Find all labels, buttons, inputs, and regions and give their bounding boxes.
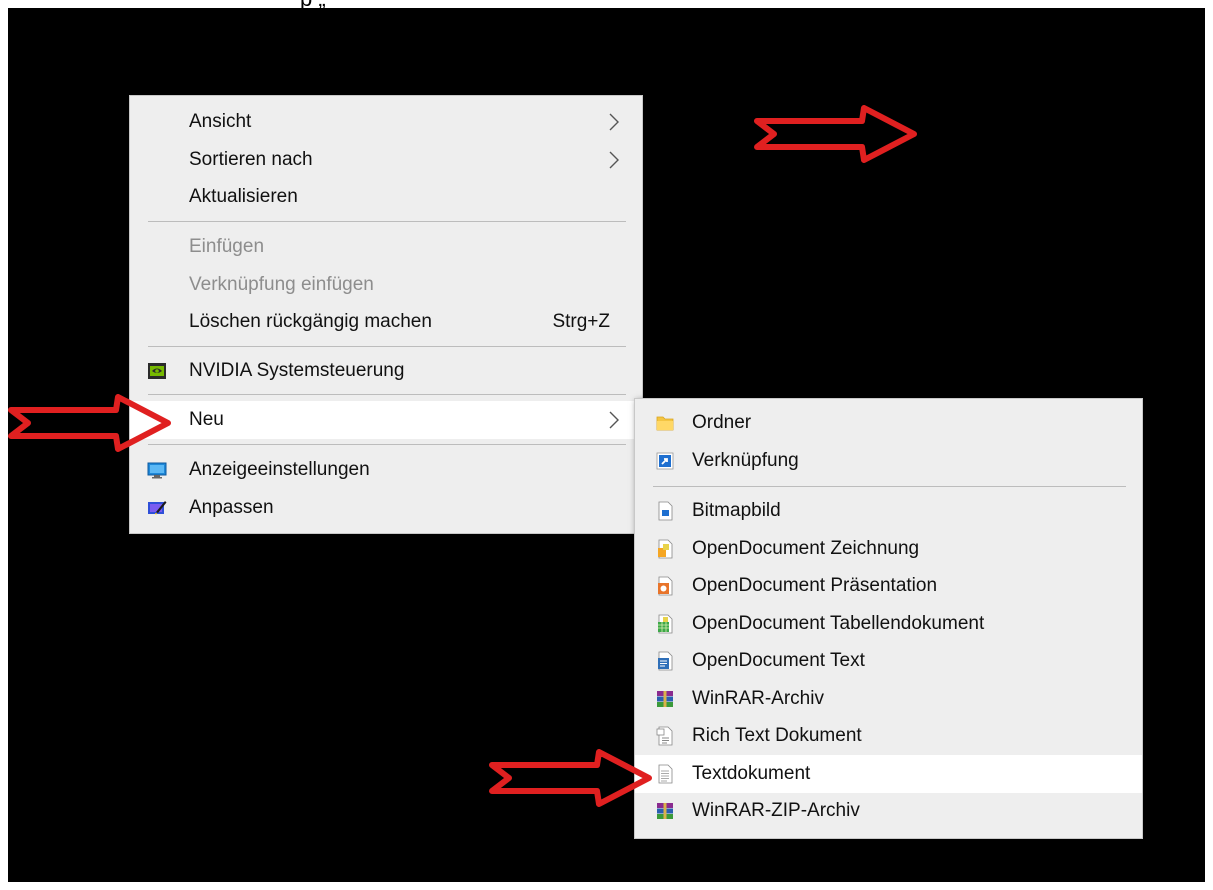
menu-item-label: Sortieren nach bbox=[189, 149, 313, 170]
menu-item-label: OpenDocument Zeichnung bbox=[692, 538, 920, 559]
menu-item-aktualisieren[interactable]: Aktualisieren bbox=[130, 178, 642, 216]
shortcut-label: Strg+Z bbox=[552, 311, 610, 332]
submenu-item-ordner[interactable]: Ordner bbox=[635, 404, 1142, 442]
menu-separator bbox=[148, 394, 626, 395]
personalize-icon bbox=[148, 501, 167, 515]
menu-item-label: Rich Text Dokument bbox=[692, 725, 862, 746]
menu-item-label: Textdokument bbox=[692, 763, 811, 784]
menu-item-label: Löschen rückgängig machen bbox=[189, 311, 432, 332]
menu-separator bbox=[148, 346, 626, 347]
submenu-item-bitmapbild[interactable]: Bitmapbild bbox=[635, 492, 1142, 530]
menu-item-neu[interactable]: Neu bbox=[130, 401, 642, 439]
odp-icon bbox=[658, 576, 673, 596]
annotation-arrow-textdokument bbox=[489, 749, 652, 807]
menu-item-label: Bitmapbild bbox=[692, 500, 781, 521]
annotation-arrow-neu bbox=[8, 394, 171, 452]
menu-item-label: Anzeigeeinstellungen bbox=[189, 459, 370, 480]
menu-item-label: Einfügen bbox=[189, 236, 265, 257]
chevron-right-icon bbox=[609, 151, 619, 169]
submenu-item-winrar-zip-archiv[interactable]: WinRAR-ZIP-Archiv bbox=[635, 792, 1142, 830]
menu-item-verknuepfung-einfuegen: Verknüpfung einfügen bbox=[130, 266, 642, 304]
nvidia-icon bbox=[148, 363, 166, 379]
chevron-right-icon bbox=[609, 113, 619, 131]
menu-item-label: WinRAR-ZIP-Archiv bbox=[692, 800, 860, 821]
menu-item-label: WinRAR-Archiv bbox=[692, 688, 824, 709]
menu-item-label: NVIDIA Systemsteuerung bbox=[189, 360, 405, 381]
winrar-icon bbox=[657, 691, 673, 707]
menu-item-label: Anpassen bbox=[189, 497, 274, 518]
menu-item-anzeigeeinstellungen[interactable]: Anzeigeeinstellungen bbox=[130, 451, 642, 489]
winrar-zip-icon bbox=[657, 803, 673, 819]
menu-separator bbox=[148, 444, 626, 445]
odt-icon bbox=[658, 651, 673, 671]
menu-item-label: Verknüpfung bbox=[692, 450, 799, 471]
menu-item-label: OpenDocument Präsentation bbox=[692, 575, 938, 596]
menu-item-label: Ansicht bbox=[189, 111, 252, 132]
menu-item-ansicht[interactable]: Ansicht bbox=[130, 103, 642, 141]
chevron-right-icon bbox=[609, 411, 619, 429]
bitmap-icon bbox=[658, 501, 673, 521]
text-document-icon bbox=[658, 764, 673, 784]
shortcut-icon bbox=[656, 452, 674, 470]
submenu-item-opendocument-praesentation[interactable]: OpenDocument Präsentation bbox=[635, 567, 1142, 605]
menu-item-label: Neu bbox=[189, 409, 224, 430]
menu-item-label: Aktualisieren bbox=[189, 186, 298, 207]
menu-item-sortieren-nach[interactable]: Sortieren nach bbox=[130, 141, 642, 179]
ods-icon bbox=[658, 614, 673, 634]
submenu-item-winrar-archiv[interactable]: WinRAR-Archiv bbox=[635, 680, 1142, 718]
menu-item-nvidia[interactable]: NVIDIA Systemsteuerung bbox=[130, 352, 642, 390]
new-submenu: Ordner Verknüpfung Bitmapbild OpenDocume… bbox=[634, 398, 1143, 839]
submenu-item-opendocument-zeichnung[interactable]: OpenDocument Zeichnung bbox=[635, 530, 1142, 568]
odg-icon bbox=[658, 539, 673, 559]
desktop-context-menu: Ansicht Sortieren nach Aktualisieren Ein… bbox=[129, 95, 643, 534]
menu-item-einfuegen: Einfügen bbox=[130, 228, 642, 266]
display-icon bbox=[147, 462, 167, 479]
menu-item-label: OpenDocument Tabellendokument bbox=[692, 613, 985, 634]
folder-icon bbox=[656, 416, 674, 431]
submenu-item-verknuepfung[interactable]: Verknüpfung bbox=[635, 442, 1142, 480]
menu-separator bbox=[653, 486, 1126, 487]
menu-item-loeschen-rueckgaengig[interactable]: Löschen rückgängig machen Strg+Z bbox=[130, 303, 642, 341]
menu-item-anpassen[interactable]: Anpassen bbox=[130, 489, 642, 527]
submenu-item-rich-text-dokument[interactable]: Rich Text Dokument bbox=[635, 717, 1142, 755]
submenu-item-opendocument-tabellendokument[interactable]: OpenDocument Tabellendokument bbox=[635, 605, 1142, 643]
menu-item-label: Verknüpfung einfügen bbox=[189, 274, 374, 295]
menu-item-label: Ordner bbox=[692, 412, 752, 433]
menu-separator bbox=[148, 221, 626, 222]
submenu-item-textdokument[interactable]: Textdokument bbox=[635, 755, 1142, 793]
annotation-arrow-top bbox=[754, 105, 917, 163]
rtf-icon bbox=[656, 726, 673, 746]
submenu-item-opendocument-text[interactable]: OpenDocument Text bbox=[635, 642, 1142, 680]
menu-item-label: OpenDocument Text bbox=[692, 650, 865, 671]
